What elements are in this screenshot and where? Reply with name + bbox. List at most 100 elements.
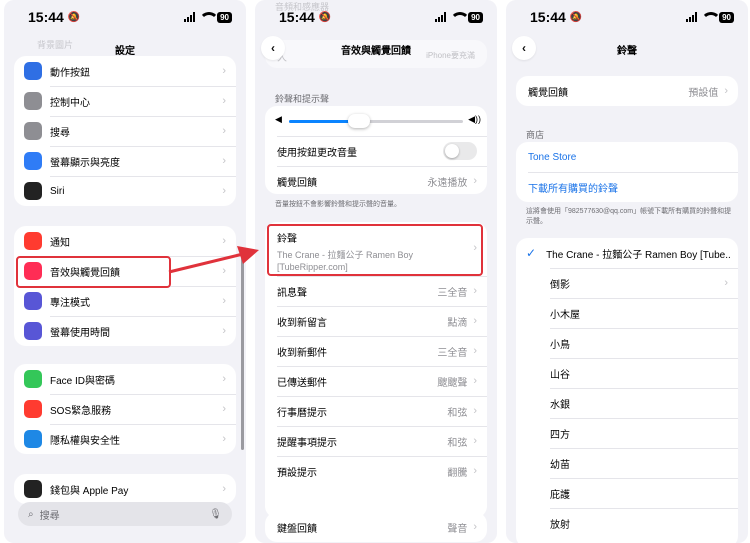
change-with-buttons-row: 使用按鈕更改音量 [265,136,487,166]
tone-row[interactable]: 庇護 [516,478,738,508]
tone-row[interactable]: 小木屋 [516,298,738,328]
settings-item[interactable]: 隱私權與安全性 › [14,424,236,454]
tone-label: 四方 [550,429,570,441]
settings-item[interactable]: Siri › [14,176,236,206]
sound-row-label: 收到新郵件 [277,347,327,359]
page-title: 鈴聲 [617,46,637,57]
tone-label: 山谷 [550,369,570,381]
sound-row[interactable]: 行事曆提示 和弦 › [265,396,487,426]
sos-icon [24,400,42,418]
sound-row[interactable]: 已傳送郵件 颼颼聲 › [265,366,487,396]
chevron-right-icon: › [222,185,226,197]
chevron-right-icon: › [222,125,226,137]
wifi-icon [701,12,722,22]
settings-item-label: SOS緊急服務 [50,405,112,417]
red-arrow [168,246,259,274]
sound-row[interactable]: 收到新留言 點滴 › [265,306,487,336]
brightness-icon [24,152,42,170]
tone-row[interactable]: 水銀 [516,388,738,418]
battery-icon: 90 [468,11,483,23]
wifi-icon [450,12,471,22]
action-icon [24,62,42,80]
highlight-box [16,256,171,288]
store-section-title: 商店 [526,130,545,140]
siri-icon [24,182,42,200]
settings-item[interactable]: 搜尋 › [14,116,236,146]
signal-icon [686,12,698,22]
change-with-buttons-toggle[interactable] [443,142,477,160]
battery-icon: 90 [719,11,734,23]
change-with-buttons-label: 使用按鈕更改音量 [277,147,357,159]
tone-label: 庇護 [550,489,570,501]
settings-item[interactable]: 錢包與 Apple Pay › [14,474,236,504]
hand-icon [24,430,42,448]
settings-item-label: Face ID與密碼 [50,375,116,387]
tone-row[interactable]: 小鳥 [516,328,738,358]
settings-item[interactable]: 動作按鈕 › [14,56,236,86]
signal-icon [184,12,196,22]
sound-row[interactable]: 訊息聲 三全音 › [265,276,487,306]
tone-store-link[interactable]: Tone Store [516,142,738,172]
selected-tone-label: The Crane - 拉麵公子 Ramen Boy [Tube... [546,249,730,261]
download-all-link[interactable]: 下載所有購買的鈴聲 [516,172,738,202]
tone-row[interactable]: 幼苗 [516,448,738,478]
status-bar: 15:44 🔕 90 [506,0,748,34]
settings-item[interactable]: 控制中心 › [14,86,236,116]
chevron-right-icon: › [222,155,226,167]
settings-item-label: 錢包與 Apple Pay [50,485,129,497]
chevron-right-icon: › [473,345,477,357]
chevron-right-icon: › [222,433,226,445]
haptics-row[interactable]: 觸覺回饋 永遠播放 › [265,166,487,196]
tones-card: ✓ The Crane - 拉麵公子 Ramen Boy [Tube... 倒影… [516,238,738,543]
haptics-card: 觸覺回饋 預設值 › [516,76,738,106]
keyboard-feedback-row[interactable]: 鍵盤回饋 聲音 › [265,512,487,542]
tone-row[interactable]: 倒影 › [516,268,738,298]
haptics-row[interactable]: 觸覺回饋 預設值 › [516,76,738,106]
chevron-right-icon: › [222,295,226,307]
settings-item[interactable]: Face ID與密碼 › [14,364,236,394]
settings-item[interactable]: 螢幕顯示與亮度 › [14,146,236,176]
sound-row-value: 颼颼聲 [437,377,468,389]
settings-item[interactable]: 螢幕使用時間 › [14,316,236,346]
tone-row[interactable]: 山谷 [516,358,738,388]
wifi-icon [199,12,220,22]
scrollbar[interactable] [241,250,244,450]
tone-row[interactable]: 四方 [516,418,738,448]
settings-group-3: Face ID與密碼 › SOS緊急服務 › 隱私權與安全性 › [14,364,236,454]
sound-row-label: 收到新留言 [277,317,327,329]
search-bar[interactable]: ⌕ 搜尋 🎙 [18,502,232,526]
page-title: 設定 [115,46,135,57]
keyboard-feedback-value: 聲音 [447,523,468,535]
volume-slider[interactable] [289,114,463,128]
haptics-label: 觸覺回饋 [277,177,317,189]
tone-row[interactable]: 放射 [516,508,738,538]
chevron-right-icon: › [473,285,477,297]
sound-row[interactable]: 收到新郵件 三全音 › [265,336,487,366]
microphone-icon: 🎙 [209,508,222,520]
sound-row[interactable]: 預設提示 翻騰 › [265,456,487,486]
moon-icon [24,292,42,310]
sound-row[interactable]: 提醒事項提示 和弦 › [265,426,487,456]
volume-knob[interactable] [347,114,370,128]
settings-item[interactable]: 專注模式 › [14,286,236,316]
tone-label: 小鳥 [550,339,570,351]
bell-icon [24,232,42,250]
settings-item-label: Siri [50,185,65,197]
chevron-right-icon: › [222,373,226,385]
keyboard-feedback-label: 鍵盤回饋 [277,523,317,535]
sound-row-label: 預設提示 [277,467,317,479]
chevron-right-icon: › [473,405,477,417]
volume-note: 音量按鈕不會影響鈴聲和提示聲的音量。 [275,201,401,208]
settings-group-1: 動作按鈕 › 控制中心 › 搜尋 › 螢幕顯示與亮度 › Siri › [14,56,236,206]
chevron-right-icon: › [222,65,226,77]
settings-item[interactable]: SOS緊急服務 › [14,394,236,424]
status-time: 15:44 [530,9,566,25]
sound-row-label: 已傳送郵件 [277,377,327,389]
haptics-value: 預設值 [688,87,719,99]
selected-tone-row[interactable]: ✓ The Crane - 拉麵公子 Ramen Boy [Tube... [516,238,738,268]
sound-row-label: 訊息聲 [277,287,307,299]
sound-row-value: 三全音 [437,287,468,299]
tone-label: 小木屋 [550,309,580,321]
settings-item-label: 動作按鈕 [50,67,90,79]
silent-bell-icon: 🔕 [318,11,332,23]
